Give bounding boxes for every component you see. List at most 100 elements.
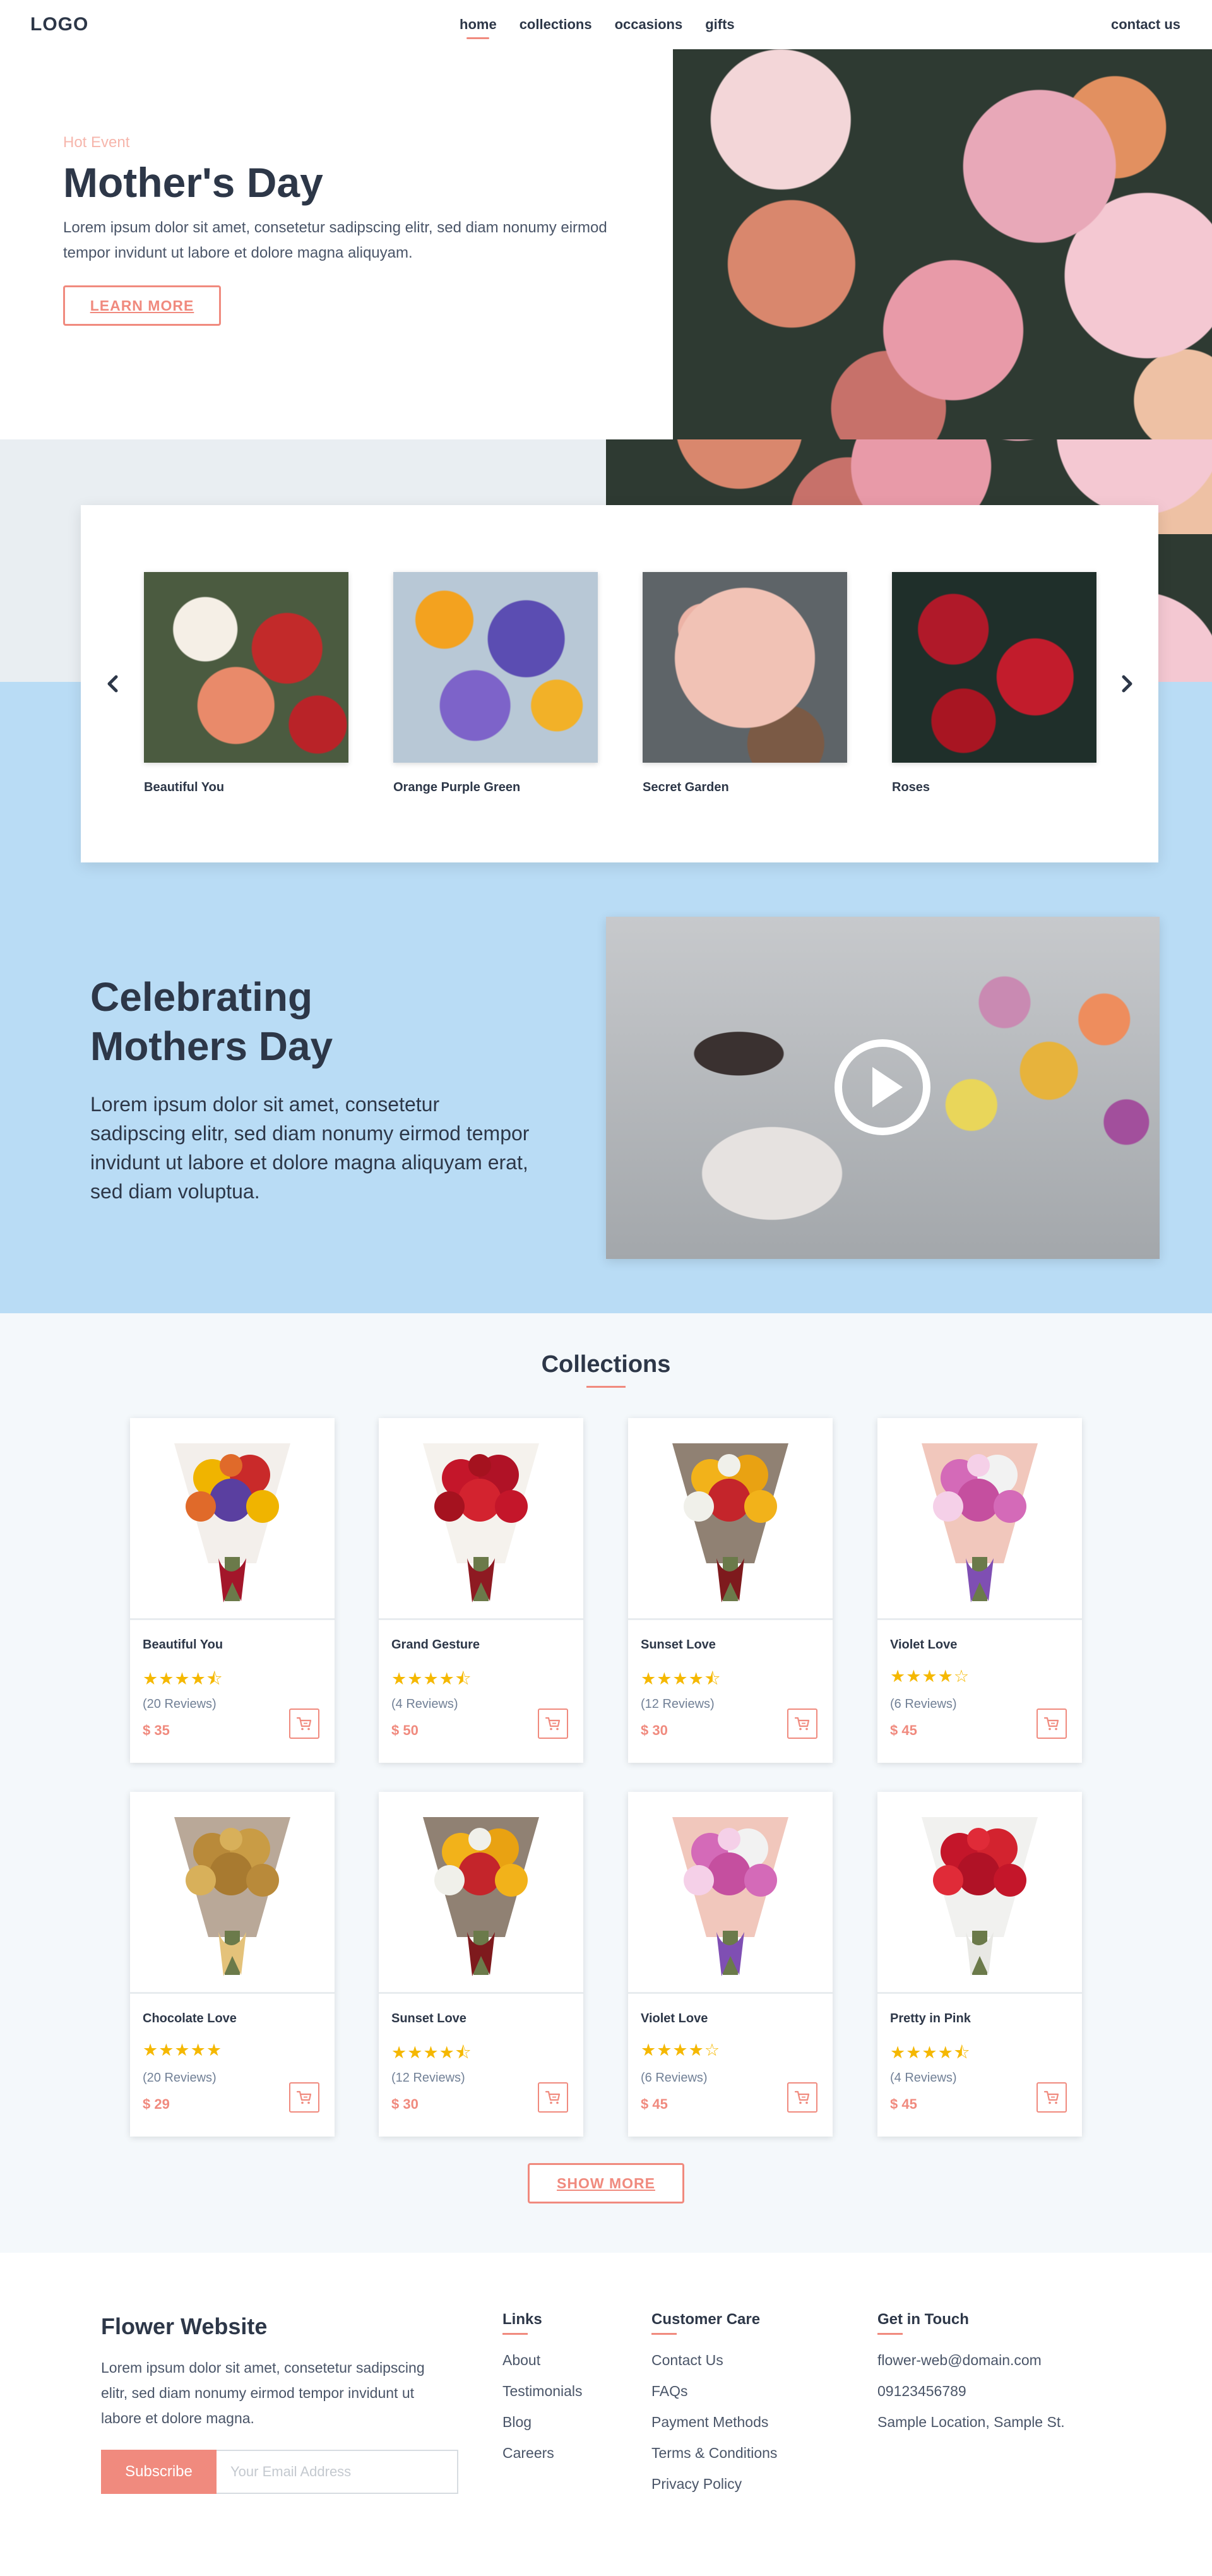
product-image <box>877 1792 1082 1994</box>
celebrate-title-line2: Mothers Day <box>90 1023 333 1069</box>
product-name[interactable]: Sunset Love <box>641 1638 716 1652</box>
footer-link-privacy[interactable]: Privacy Policy <box>651 2469 777 2500</box>
product-price: $ 29 <box>143 2096 170 2112</box>
product-card[interactable]: Violet Love ★★★★☆ (6 Reviews) $ 45 <box>628 1792 833 2137</box>
nav-occasions[interactable]: occasions <box>615 16 683 39</box>
add-to-cart-button[interactable] <box>787 2082 817 2113</box>
cart-icon <box>545 1717 561 1731</box>
hero-title: Mother's Day <box>63 159 323 206</box>
footer-brand: Flower Website <box>101 2313 268 2339</box>
footer-link-testimonials[interactable]: Testimonials <box>502 2376 583 2407</box>
footer-link-blog[interactable]: Blog <box>502 2407 583 2438</box>
add-to-cart-button[interactable] <box>1037 1708 1067 1739</box>
footer-get-in-touch: Get in Touch flower-web@domain.com 09123… <box>877 2311 1065 2438</box>
add-to-cart-button[interactable] <box>289 1708 319 1739</box>
featured-carousel: Beautiful You Orange Purple Green Secret… <box>81 505 1158 862</box>
chevron-left-icon[interactable] <box>104 674 122 693</box>
product-image <box>130 1418 335 1620</box>
learn-more-button[interactable]: LEARN MORE <box>63 285 221 326</box>
main-nav: home collections occasions gifts <box>460 16 735 39</box>
cart-icon <box>1043 1717 1059 1731</box>
add-to-cart-button[interactable] <box>787 1708 817 1739</box>
carousel-item[interactable]: Secret Garden <box>643 572 847 795</box>
collections-title: Collections <box>541 1351 671 1378</box>
product-card[interactable]: Sunset Love ★★★★⯪ (12 Reviews) $ 30 <box>379 1792 583 2137</box>
show-more-button[interactable]: SHOW MORE <box>528 2163 684 2203</box>
subscribe-button[interactable]: Subscribe <box>101 2450 217 2494</box>
review-count: (6 Reviews) <box>641 2071 708 2085</box>
nav-contact-us[interactable]: contact us <box>1111 16 1180 33</box>
product-name[interactable]: Sunset Love <box>391 2012 466 2026</box>
footer-link-careers[interactable]: Careers <box>502 2438 583 2469</box>
product-name[interactable]: Grand Gesture <box>391 1638 480 1652</box>
footer-link-terms[interactable]: Terms & Conditions <box>651 2438 777 2469</box>
nav-collections[interactable]: collections <box>520 16 592 39</box>
add-to-cart-button[interactable] <box>1037 2082 1067 2113</box>
rating-stars: ★★★★⯪ <box>641 1669 722 1688</box>
play-icon[interactable] <box>833 1038 932 1136</box>
product-image <box>379 1792 583 1994</box>
footer-address: Sample Location, Sample St. <box>877 2414 1065 2430</box>
product-price: $ 30 <box>641 1722 668 1738</box>
carousel-item-name: Beautiful You <box>144 780 225 794</box>
product-name[interactable]: Chocolate Love <box>143 2012 237 2026</box>
carousel-item[interactable]: Orange Purple Green <box>393 572 598 795</box>
product-card[interactable]: Grand Gesture ★★★★⯪ (4 Reviews) $ 50 <box>379 1418 583 1763</box>
logo[interactable]: LOGO <box>30 14 88 35</box>
product-image <box>628 1418 833 1620</box>
footer-link-faqs[interactable]: FAQs <box>651 2376 777 2407</box>
footer-phone[interactable]: 09123456789 <box>877 2376 1065 2407</box>
product-card[interactable]: Violet Love ★★★★☆ (6 Reviews) $ 45 <box>877 1418 1082 1763</box>
product-price: $ 45 <box>890 2096 917 2112</box>
product-card[interactable]: Beautiful You ★★★★⯪ (20 Reviews) $ 35 <box>130 1418 335 1763</box>
footer-link-contact[interactable]: Contact Us <box>651 2345 777 2376</box>
carousel-item-image <box>892 572 1096 763</box>
product-price: $ 30 <box>391 2096 419 2112</box>
footer-link-payment[interactable]: Payment Methods <box>651 2407 777 2438</box>
nav-gifts[interactable]: gifts <box>705 16 734 39</box>
review-count: (20 Reviews) <box>143 1697 217 1711</box>
bouquet-illustration <box>423 1817 539 1976</box>
carousel-item[interactable]: Roses <box>892 572 1096 795</box>
product-image <box>130 1792 335 1994</box>
product-name[interactable]: Pretty in Pink <box>890 2012 971 2026</box>
product-name[interactable]: Violet Love <box>890 1638 957 1652</box>
bouquet-illustration <box>922 1817 1038 1976</box>
bouquet-illustration <box>174 1443 290 1602</box>
cart-icon <box>794 1717 810 1731</box>
cart-icon <box>296 1717 312 1731</box>
carousel-item-name: Orange Purple Green <box>393 780 521 794</box>
celebrate-title-line1: Celebrating <box>90 974 313 1020</box>
carousel-item-name: Roses <box>892 780 930 794</box>
rating-stars: ★★★★☆ <box>641 2041 721 2060</box>
product-card[interactable]: Pretty in Pink ★★★★⯪ (4 Reviews) $ 45 <box>877 1792 1082 2137</box>
bouquet-illustration <box>672 1443 788 1602</box>
add-to-cart-button[interactable] <box>289 2082 319 2113</box>
product-price: $ 45 <box>641 2096 668 2112</box>
footer-email[interactable]: flower-web@domain.com <box>877 2345 1065 2376</box>
carousel-item-image <box>643 572 847 763</box>
review-count: (6 Reviews) <box>890 1697 957 1711</box>
add-to-cart-button[interactable] <box>538 2082 568 2113</box>
product-image <box>628 1792 833 1994</box>
email-input[interactable] <box>217 2450 458 2494</box>
carousel-item[interactable]: Beautiful You <box>144 572 348 795</box>
cart-icon <box>545 2090 561 2104</box>
nav-home[interactable]: home <box>460 16 497 39</box>
product-name[interactable]: Violet Love <box>641 2012 708 2026</box>
product-card[interactable]: Sunset Love ★★★★⯪ (12 Reviews) $ 30 <box>628 1418 833 1763</box>
bouquet-illustration <box>672 1817 788 1976</box>
review-count: (20 Reviews) <box>143 2071 217 2085</box>
rating-stars: ★★★★⯪ <box>143 1669 223 1688</box>
footer-links: Links About Testimonials Blog Careers <box>502 2311 583 2469</box>
subscribe-form: Subscribe <box>101 2450 458 2494</box>
chevron-right-icon[interactable] <box>1117 674 1136 693</box>
product-card[interactable]: Chocolate Love ★★★★★ (20 Reviews) $ 29 <box>130 1792 335 2137</box>
review-count: (12 Reviews) <box>391 2071 465 2085</box>
product-price: $ 35 <box>143 1722 170 1738</box>
product-image <box>379 1418 583 1620</box>
footer-link-about[interactable]: About <box>502 2345 583 2376</box>
add-to-cart-button[interactable] <box>538 1708 568 1739</box>
video-player[interactable] <box>606 917 1160 1259</box>
product-name[interactable]: Beautiful You <box>143 1638 223 1652</box>
